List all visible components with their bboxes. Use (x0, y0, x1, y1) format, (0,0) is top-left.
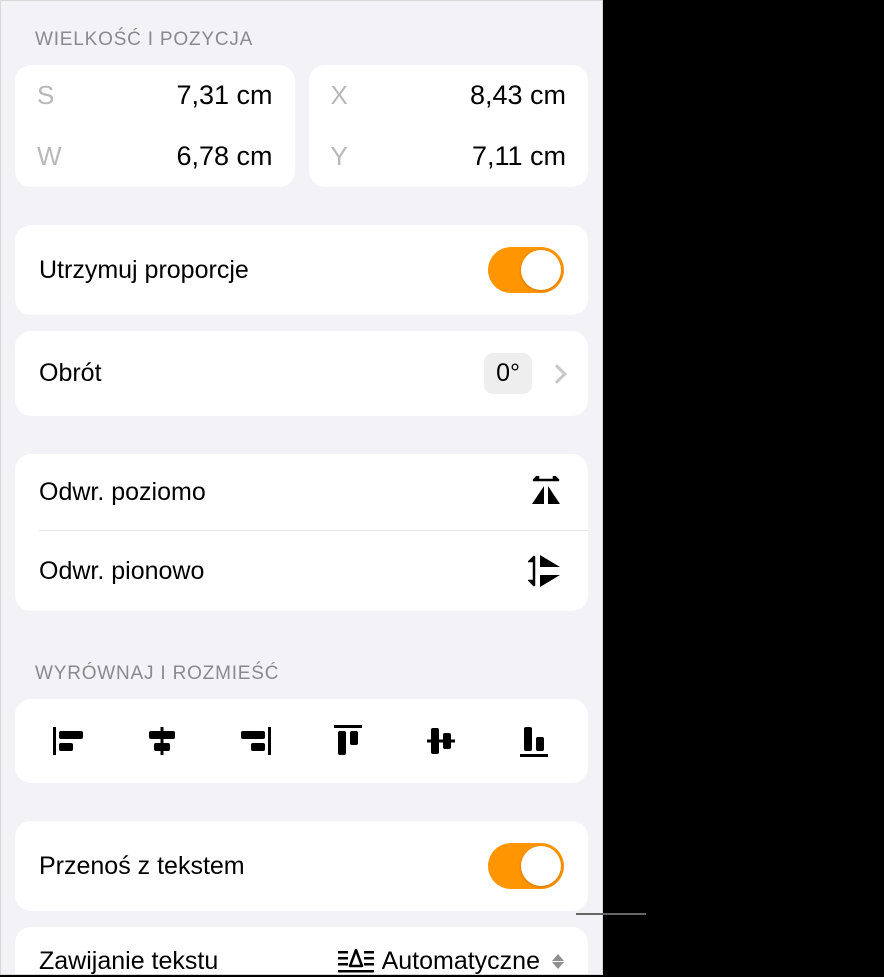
flip-vertical-row[interactable]: Odwr. pionowo (15, 531, 588, 611)
text-wrap-value: Automatyczne (382, 947, 540, 975)
chevron-right-icon (547, 364, 567, 384)
text-wrap-icon (336, 948, 376, 976)
move-with-text-toggle[interactable] (488, 843, 564, 889)
rotation-label: Obrót (39, 359, 102, 388)
y-label: Y (331, 141, 367, 172)
dropdown-arrows-icon (552, 954, 564, 969)
callout-line (576, 913, 646, 915)
move-with-text-row[interactable]: Przenoś z tekstem (15, 821, 588, 911)
y-value: 7,11 cm (367, 141, 567, 172)
s-label: S (37, 80, 73, 111)
constrain-toggle[interactable] (488, 247, 564, 293)
align-right-button[interactable] (230, 721, 280, 761)
height-w-field[interactable]: W 6,78 cm (15, 126, 295, 187)
rotation-row[interactable]: Obrót 0° (15, 331, 588, 416)
align-top-button[interactable] (323, 721, 373, 761)
align-center-h-button[interactable] (137, 721, 187, 761)
constrain-proportions-row[interactable]: Utrzymuj proporcje (15, 225, 588, 315)
size-position-header: WIELKOŚĆ I POZYCJA (15, 1, 588, 65)
align-distribute-header: WYRÓWNAJ I ROZMIEŚĆ (15, 611, 588, 699)
align-left-button[interactable] (44, 721, 94, 761)
y-field[interactable]: Y 7,11 cm (309, 126, 589, 187)
move-with-text-label: Przenoś z tekstem (39, 852, 245, 881)
align-buttons-card (15, 699, 588, 783)
text-wrap-row[interactable]: Zawijanie tekstu Automatyczne (15, 927, 588, 975)
flip-h-label: Odwr. poziomo (39, 478, 206, 507)
flip-v-label: Odwr. pionowo (39, 557, 204, 586)
x-label: X (331, 80, 367, 111)
text-wrap-label: Zawijanie tekstu (39, 947, 218, 975)
flip-vertical-icon (528, 553, 564, 589)
align-bottom-button[interactable] (509, 721, 559, 761)
s-value: 7,31 cm (73, 80, 273, 111)
flip-horizontal-icon (528, 476, 564, 508)
flip-horizontal-row[interactable]: Odwr. poziomo (15, 454, 588, 530)
x-field[interactable]: X 8,43 cm (309, 65, 589, 126)
size-card: S 7,31 cm W 6,78 cm (15, 65, 295, 187)
width-s-field[interactable]: S 7,31 cm (15, 65, 295, 126)
x-value: 8,43 cm (367, 80, 567, 111)
constrain-label: Utrzymuj proporcje (39, 256, 249, 285)
w-label: W (37, 141, 73, 172)
w-value: 6,78 cm (73, 141, 273, 172)
rotation-value: 0° (484, 353, 532, 394)
align-center-v-button[interactable] (416, 721, 466, 761)
position-card: X 8,43 cm Y 7,11 cm (309, 65, 589, 187)
